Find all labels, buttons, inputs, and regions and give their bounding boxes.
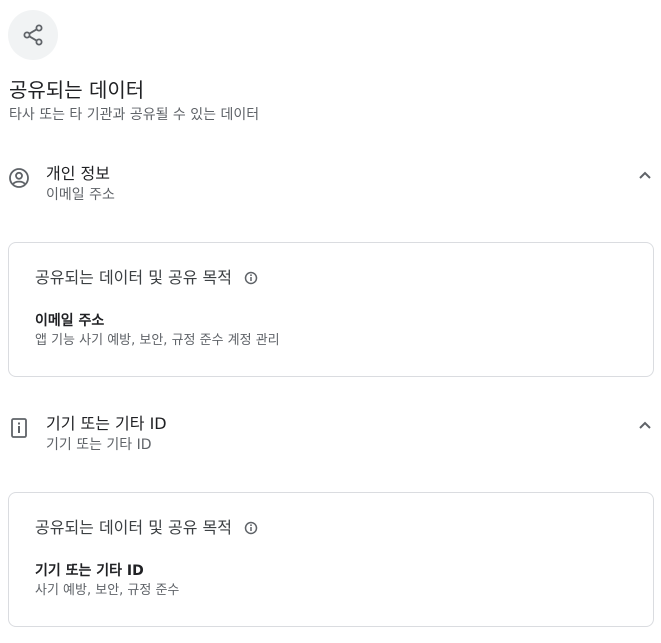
group-header-device-ids[interactable]: 기기 또는 기타 ID 기기 또는 기타 ID bbox=[0, 413, 661, 463]
card-heading-label: 공유되는 데이터 및 공유 목적 bbox=[35, 268, 232, 287]
share-icon-circle bbox=[8, 10, 58, 60]
item-purpose: 사기 예방, 보안, 규정 준수 bbox=[35, 583, 180, 598]
share-icon bbox=[23, 24, 43, 46]
section-subtitle: 타사 또는 타 기관과 공유될 수 있는 데이터 bbox=[9, 107, 260, 123]
group-header-personal-info[interactable]: 개인 정보 이메일 주소 bbox=[0, 163, 661, 213]
account-circle-icon bbox=[8, 167, 30, 189]
item-purpose: 앱 기능 사기 예방, 보안, 규정 준수 계정 관리 bbox=[35, 333, 280, 348]
shared-data-card-personal-info: 공유되는 데이터 및 공유 목적 이메일 주소 앱 기능 사기 예방, 보안, … bbox=[8, 242, 654, 377]
shared-data-card-device-ids: 공유되는 데이터 및 공유 목적 기기 또는 기타 ID 사기 예방, 보안, … bbox=[8, 492, 654, 627]
group-summary: 이메일 주소 bbox=[46, 187, 115, 203]
card-heading: 공유되는 데이터 및 공유 목적 bbox=[35, 267, 258, 289]
card-heading: 공유되는 데이터 및 공유 목적 bbox=[35, 517, 258, 539]
card-heading-label: 공유되는 데이터 및 공유 목적 bbox=[35, 518, 232, 537]
data-safety-page: 공유되는 데이터 타사 또는 타 기관과 공유될 수 있는 데이터 개인 정보 … bbox=[0, 0, 661, 643]
group-title: 개인 정보 bbox=[46, 164, 110, 183]
item-title: 이메일 주소 bbox=[35, 313, 105, 329]
group-title: 기기 또는 기타 ID bbox=[46, 414, 167, 433]
item-title: 기기 또는 기타 ID bbox=[35, 563, 144, 579]
chevron-up-icon[interactable] bbox=[635, 165, 655, 185]
device-info-icon bbox=[8, 417, 30, 439]
info-icon[interactable] bbox=[244, 521, 258, 535]
chevron-up-icon[interactable] bbox=[635, 415, 655, 435]
section-title: 공유되는 데이터 bbox=[9, 78, 145, 102]
group-summary: 기기 또는 기타 ID bbox=[46, 437, 152, 453]
info-icon[interactable] bbox=[244, 271, 258, 285]
